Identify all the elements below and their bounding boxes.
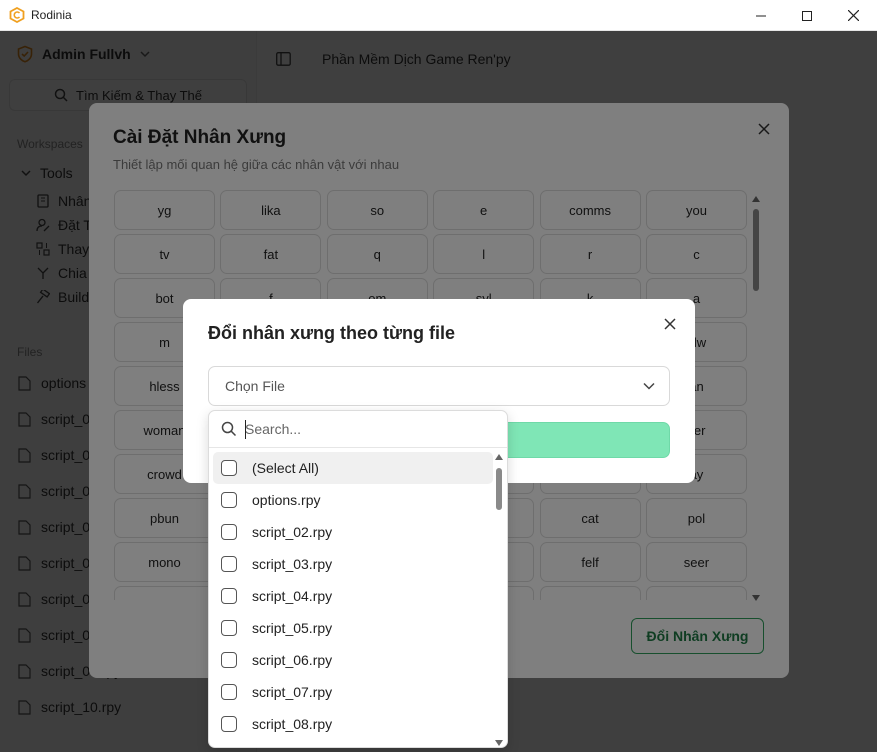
option-item[interactable]: script_04.rpy	[213, 580, 493, 612]
window-title: Rodinia	[31, 8, 72, 22]
option-label: script_04.rpy	[252, 588, 333, 604]
option-label: options.rpy	[252, 492, 321, 508]
checkbox[interactable]	[221, 620, 237, 636]
minimize-button[interactable]	[738, 0, 784, 31]
option-item[interactable]: script_05.rpy	[213, 612, 493, 644]
option-item[interactable]: script_07.rpy	[213, 676, 493, 708]
file-select-placeholder: Chọn File	[225, 378, 285, 394]
minimize-icon	[756, 15, 766, 16]
checkbox[interactable]	[221, 524, 237, 540]
text-caret	[245, 420, 246, 439]
file-dropdown: (Select All) options.rpy script_02.rpy s…	[208, 410, 508, 748]
option-label: script_06.rpy	[252, 652, 333, 668]
option-item[interactable]: script_06.rpy	[213, 644, 493, 676]
option-item[interactable]: script_08.rpy	[213, 708, 493, 740]
checkbox[interactable]	[221, 588, 237, 604]
checkbox[interactable]	[221, 716, 237, 732]
checkbox[interactable]	[221, 684, 237, 700]
dialog-title: Đổi nhân xưng theo từng file	[208, 323, 456, 343]
file-option-list: (Select All) options.rpy script_02.rpy s…	[213, 452, 493, 740]
checkbox[interactable]	[221, 492, 237, 508]
title-bar: Rodinia	[0, 0, 877, 31]
maximize-icon	[802, 10, 812, 21]
dropdown-search	[209, 411, 507, 448]
option-item[interactable]: script_02.rpy	[213, 516, 493, 548]
app-logo-icon	[9, 7, 25, 23]
close-window-button[interactable]	[830, 0, 876, 31]
option-item[interactable]: script_03.rpy	[213, 548, 493, 580]
checkbox[interactable]	[221, 556, 237, 572]
close-icon	[847, 10, 859, 21]
maximize-button[interactable]	[784, 0, 830, 31]
checkbox[interactable]	[221, 460, 237, 476]
option-select-all[interactable]: (Select All)	[213, 452, 493, 484]
checkbox[interactable]	[221, 652, 237, 668]
search-icon	[221, 421, 237, 437]
file-select[interactable]: Chọn File	[208, 366, 670, 406]
option-label: script_05.rpy	[252, 620, 333, 636]
option-label: script_08.rpy	[252, 716, 333, 732]
close-icon[interactable]	[663, 317, 677, 331]
option-label: (Select All)	[252, 460, 319, 476]
option-item[interactable]: options.rpy	[213, 484, 493, 516]
option-label: script_07.rpy	[252, 684, 333, 700]
option-label: script_02.rpy	[252, 524, 333, 540]
chevron-down-icon	[643, 382, 655, 390]
search-input[interactable]	[245, 421, 485, 437]
dropdown-scrollbar[interactable]	[495, 454, 503, 746]
option-label: script_03.rpy	[252, 556, 333, 572]
